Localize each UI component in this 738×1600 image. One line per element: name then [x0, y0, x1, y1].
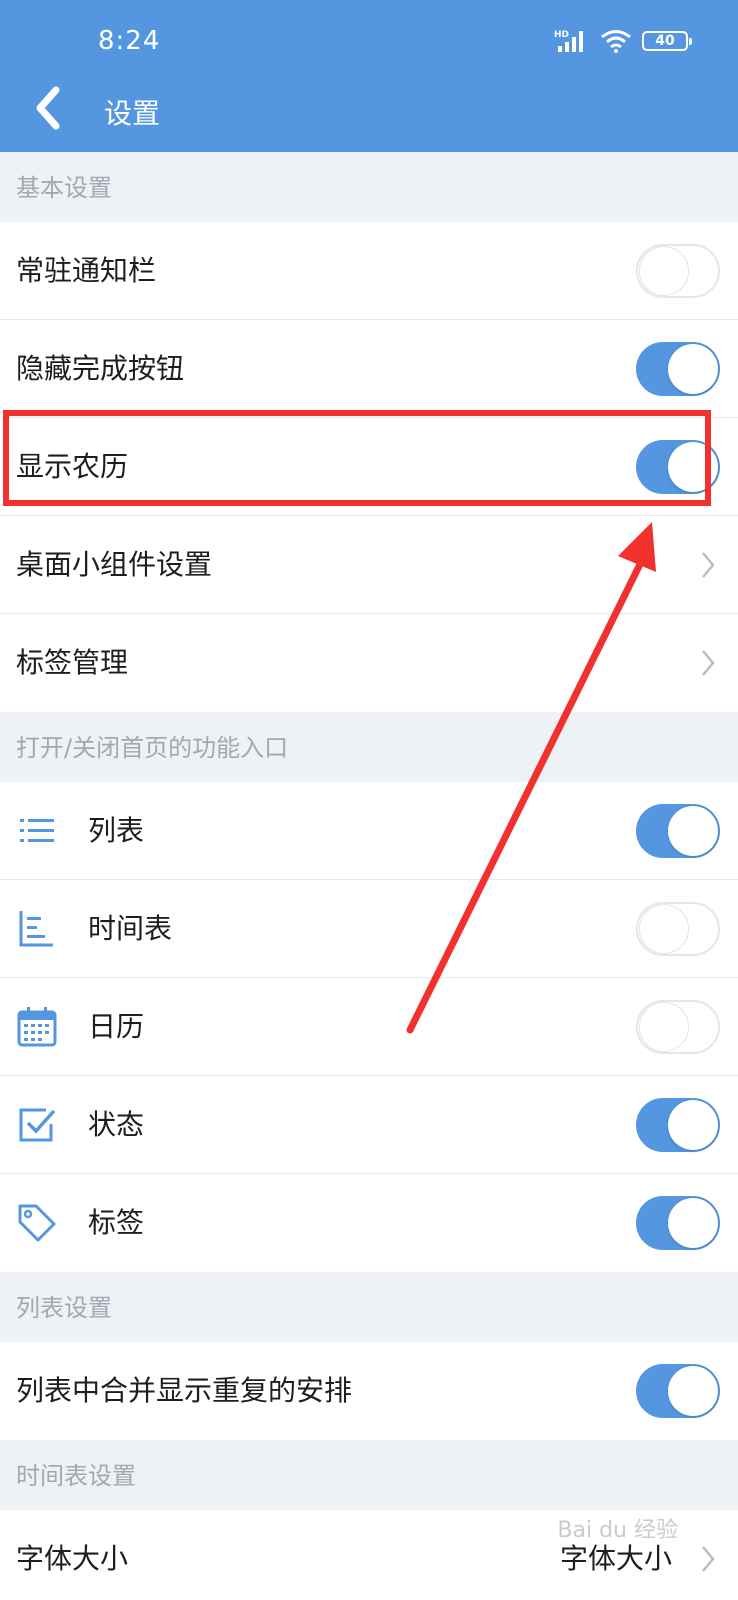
row-merge-repeat[interactable]: 列表中合并显示重复的安排	[0, 1342, 738, 1440]
row-label: 标签管理	[16, 646, 129, 679]
page-title: 设置	[104, 97, 161, 130]
toggle-entry-status[interactable]	[636, 1098, 720, 1152]
tag-icon	[18, 1204, 56, 1242]
signal-hd-label: HD	[554, 30, 569, 40]
signal-icon: HD	[554, 30, 583, 52]
row-label: 字体大小	[16, 1542, 129, 1575]
timeline-icon	[19, 911, 53, 947]
section-homepage-entries: 打开/关闭首页的功能入口	[0, 712, 738, 782]
row-label: 显示农历	[16, 450, 129, 483]
watermark: Bai du 经验	[557, 1518, 678, 1543]
calendar-icon	[17, 1007, 57, 1047]
toggle-knob	[668, 1198, 718, 1248]
checkbox-icon	[19, 1108, 56, 1142]
back-button[interactable]	[28, 86, 68, 130]
wifi-icon	[601, 30, 631, 53]
toggle-knob	[668, 1366, 718, 1416]
row-entry-timetable[interactable]: 时间表	[0, 880, 738, 978]
chevron-right-icon	[702, 1546, 715, 1572]
section-basic-settings: 基本设置	[0, 152, 738, 222]
row-label: 日历	[88, 1010, 145, 1043]
toggle-entry-calendar[interactable]	[636, 1000, 720, 1054]
row-label: 标签	[88, 1206, 145, 1239]
toggle-knob	[668, 806, 718, 856]
toggle-knob	[668, 442, 718, 492]
row-label: 状态	[88, 1108, 145, 1141]
toggle-knob	[639, 246, 689, 296]
settings-list: 基本设置 常驻通知栏 隐藏完成按钮 显示农历 桌面小组件设置 标签管理 打开/关…	[0, 152, 738, 1600]
toggle-entry-tags[interactable]	[636, 1196, 720, 1250]
row-label: 列表	[88, 814, 145, 847]
section-list-settings: 列表设置	[0, 1272, 738, 1342]
row-show-lunar[interactable]: 显示农历	[0, 418, 738, 516]
toggle-knob	[639, 904, 689, 954]
row-entry-list[interactable]: 列表	[0, 782, 738, 880]
section-timetable-settings: 时间表设置	[0, 1440, 738, 1510]
toggle-show-lunar[interactable]	[636, 440, 720, 494]
toggle-knob	[668, 1100, 718, 1150]
toggle-resident-notification[interactable]	[636, 244, 720, 298]
back-chevron-icon	[36, 86, 60, 130]
chevron-right-icon	[702, 552, 715, 578]
row-label: 列表中合并显示重复的安排	[16, 1374, 353, 1407]
status-time: 8:24	[98, 26, 161, 56]
toggle-knob	[639, 1002, 689, 1052]
battery-indicator: 40	[642, 31, 692, 51]
app-header: 8:24 HD 40 设置	[0, 0, 738, 152]
row-label: 时间表	[88, 912, 173, 945]
toggle-hide-done-button[interactable]	[636, 342, 720, 396]
status-icons: HD 40	[554, 28, 692, 54]
toggle-entry-list[interactable]	[636, 804, 720, 858]
row-widget-settings[interactable]: 桌面小组件设置	[0, 516, 738, 614]
row-entry-tags[interactable]: 标签	[0, 1174, 738, 1272]
toggle-knob	[668, 344, 718, 394]
row-label: 桌面小组件设置	[16, 548, 213, 581]
row-tag-management[interactable]: 标签管理	[0, 614, 738, 712]
row-hide-done-button[interactable]: 隐藏完成按钮	[0, 320, 738, 418]
row-label: 隐藏完成按钮	[16, 352, 185, 385]
row-entry-status[interactable]: 状态	[0, 1076, 738, 1174]
row-resident-notification[interactable]: 常驻通知栏	[0, 222, 738, 320]
toggle-merge-repeat[interactable]	[636, 1364, 720, 1418]
list-icon	[20, 819, 54, 842]
chevron-right-icon	[702, 650, 715, 676]
row-label: 常驻通知栏	[16, 254, 157, 287]
toggle-entry-timetable[interactable]	[636, 902, 720, 956]
row-entry-calendar[interactable]: 日历	[0, 978, 738, 1076]
